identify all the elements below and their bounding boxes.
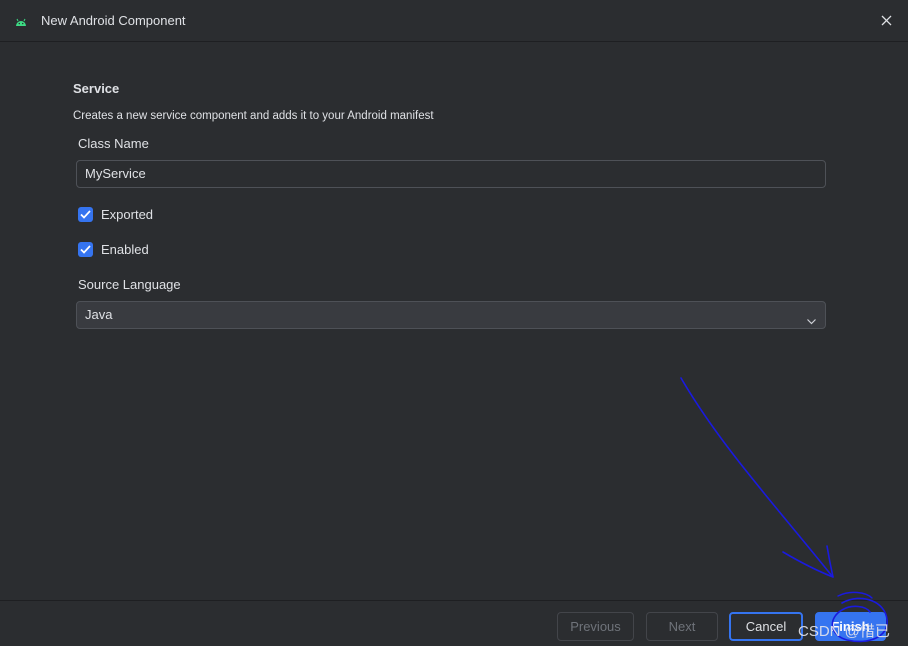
- cancel-button[interactable]: Cancel: [729, 612, 803, 641]
- section-title: Service: [73, 81, 120, 96]
- checkmark-icon: [80, 209, 91, 219]
- exported-checkbox-row[interactable]: Exported: [78, 206, 153, 222]
- exported-checkbox[interactable]: [78, 206, 93, 222]
- chevron-down-icon: [806, 310, 817, 325]
- dialog-footer: Previous Next Cancel Finish: [0, 600, 908, 646]
- enabled-checkbox[interactable]: [78, 241, 93, 257]
- class-name-input[interactable]: MyService: [76, 160, 826, 188]
- new-android-component-dialog: New Android Component Service Creates a …: [0, 0, 908, 646]
- source-language-select[interactable]: Java: [76, 301, 826, 329]
- exported-label: Exported: [101, 206, 154, 222]
- title-bar: New Android Component: [0, 0, 908, 42]
- dialog-title: New Android Component: [41, 13, 186, 28]
- checkmark-icon: [80, 244, 91, 254]
- source-language-label: Source Language: [78, 277, 181, 292]
- android-icon: [15, 14, 27, 26]
- close-icon: [881, 15, 891, 25]
- class-name-label: Class Name: [78, 136, 149, 151]
- close-button[interactable]: [878, 12, 894, 28]
- section-description: Creates a new service component and adds…: [73, 110, 434, 122]
- enabled-checkbox-row[interactable]: Enabled: [78, 241, 149, 257]
- next-button[interactable]: Next: [646, 612, 718, 641]
- previous-button[interactable]: Previous: [557, 612, 634, 641]
- source-language-value: Java: [85, 307, 113, 322]
- enabled-label: Enabled: [101, 241, 149, 257]
- finish-button[interactable]: Finish: [815, 612, 886, 641]
